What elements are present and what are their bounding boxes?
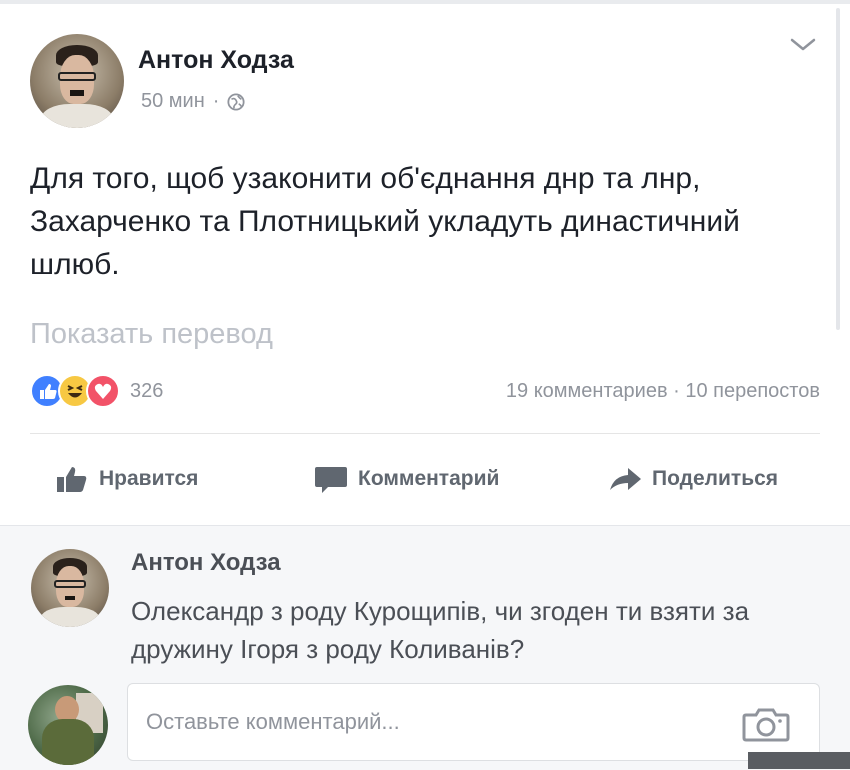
chevron-down-icon[interactable]	[788, 34, 818, 54]
globe-icon	[227, 92, 246, 111]
author-avatar[interactable]	[30, 34, 124, 128]
scrollbar[interactable]	[836, 8, 840, 330]
love-reaction-icon	[86, 374, 120, 408]
current-user-avatar[interactable]	[28, 685, 108, 765]
meta-separator: ·	[212, 90, 220, 112]
post-meta: 50 мин ·	[141, 90, 246, 113]
reactions-summary[interactable]: 326	[30, 374, 163, 408]
camera-icon[interactable]	[742, 706, 790, 742]
bottom-overlay	[748, 752, 850, 769]
share-button[interactable]: Поделиться	[608, 464, 778, 494]
speech-bubble-icon	[315, 467, 347, 493]
like-label: Нравится	[99, 467, 199, 490]
comment-author-name[interactable]: Антон Ходза	[131, 549, 281, 577]
share-arrow-icon	[610, 468, 641, 490]
comments-shares-count[interactable]: 19 комментариев · 10 перепостов	[506, 380, 820, 403]
top-border	[0, 0, 850, 4]
comment-text: Олександр з роду Курощипів, чи згоден ти…	[131, 596, 750, 664]
comment-button[interactable]: Комментарий	[314, 464, 499, 494]
like-button[interactable]: Нравится	[55, 464, 198, 494]
thumbs-up-icon	[57, 467, 87, 492]
action-bar: Нравится Комментарий Поделиться	[0, 448, 850, 508]
reaction-count[interactable]: 326	[130, 380, 163, 403]
post-text: Для того, щоб узаконити об'єднання днр т…	[30, 162, 740, 281]
post-time[interactable]: 50 мин	[141, 90, 205, 113]
post-author-name[interactable]: Антон Ходза	[138, 46, 294, 75]
share-label: Поделиться	[652, 467, 779, 490]
comment-author-avatar[interactable]	[31, 549, 109, 627]
divider	[30, 433, 820, 434]
comment-label: Комментарий	[358, 467, 500, 490]
comment-input[interactable]	[146, 704, 706, 740]
comment-composer[interactable]	[127, 683, 820, 761]
show-translation-link[interactable]: Показать перевод	[30, 318, 273, 351]
